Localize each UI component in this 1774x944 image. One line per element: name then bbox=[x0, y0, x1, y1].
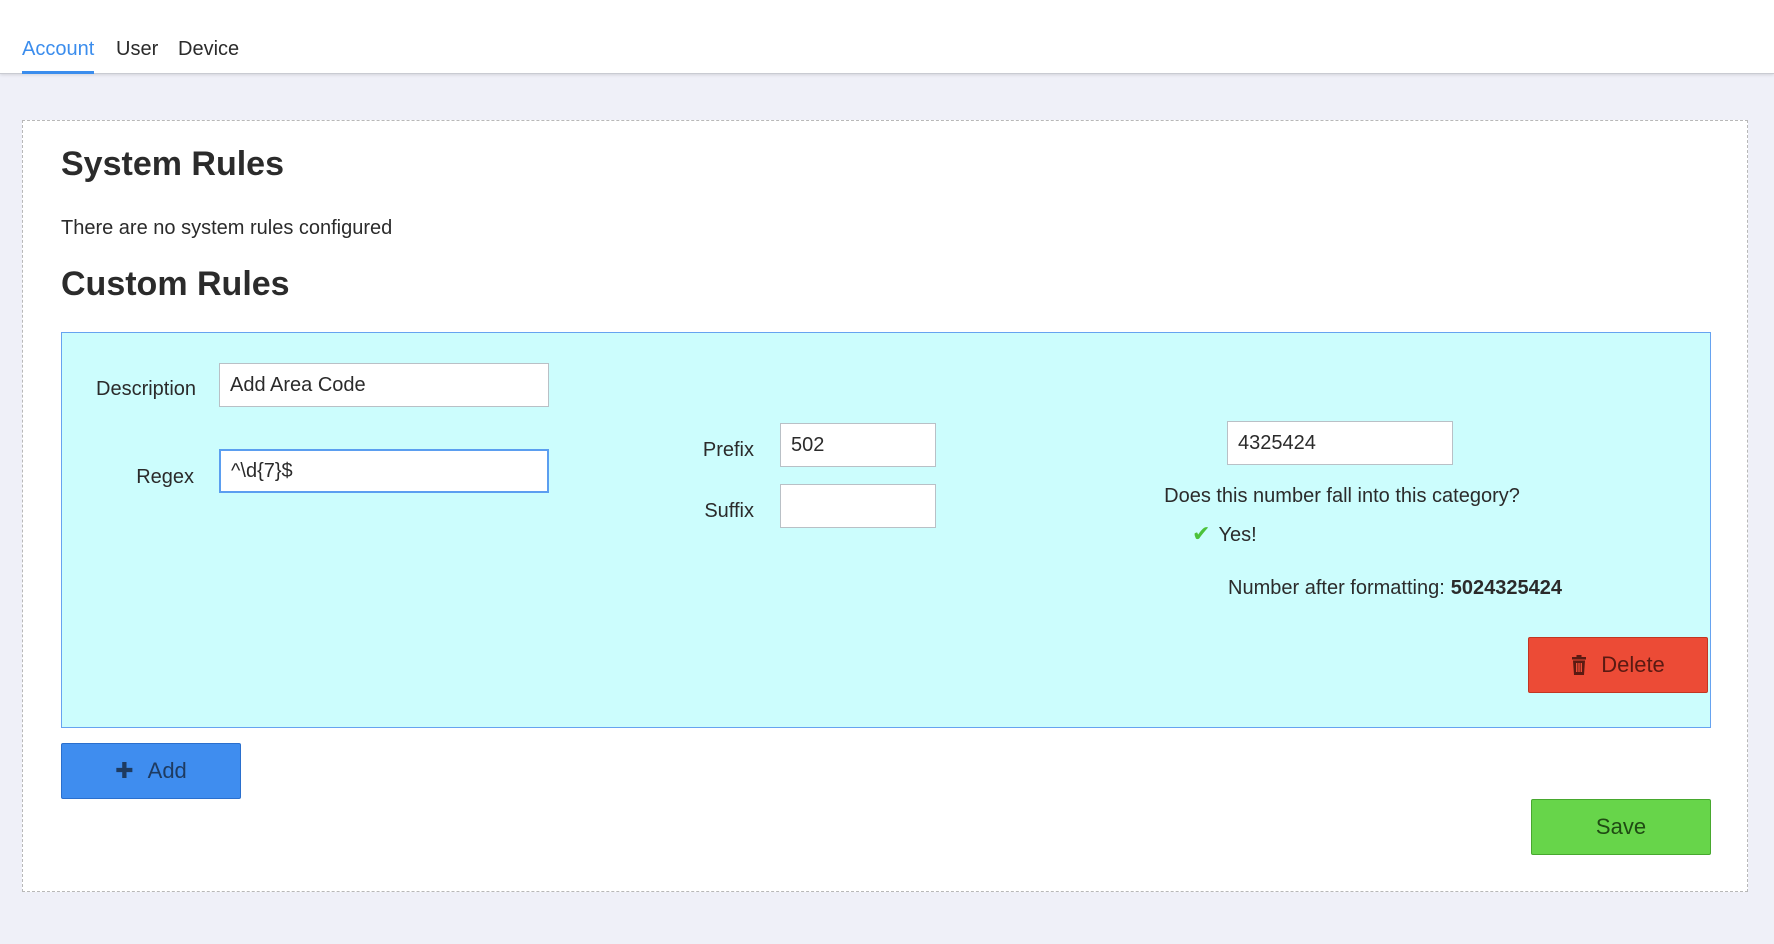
test-number-input[interactable] bbox=[1227, 421, 1453, 465]
trash-icon bbox=[1572, 655, 1587, 675]
formatted-result: Number after formatting: 5024325424 bbox=[1138, 577, 1562, 600]
delete-button[interactable]: Delete bbox=[1528, 637, 1708, 693]
prefix-label: Prefix bbox=[702, 439, 754, 461]
delete-label: Delete bbox=[1601, 652, 1665, 677]
check-icon: ✔ bbox=[1192, 521, 1211, 546]
system-rules-empty-text: There are no system rules configured bbox=[61, 217, 393, 239]
prefix-input[interactable] bbox=[780, 423, 936, 467]
top-nav: Account User Device bbox=[0, 0, 1774, 74]
custom-rules-title: Custom Rules bbox=[61, 265, 290, 303]
answer-text: Yes! bbox=[1218, 524, 1257, 546]
regex-label: Regex bbox=[136, 466, 194, 488]
category-answer: ✔ Yes! bbox=[1192, 521, 1257, 547]
tab-account[interactable]: Account bbox=[22, 36, 95, 74]
tab-device[interactable]: Device bbox=[178, 36, 239, 74]
system-rules-title: System Rules bbox=[61, 145, 284, 183]
add-label: Add bbox=[147, 758, 187, 783]
category-question: Does this number fall into this category… bbox=[1164, 485, 1520, 507]
custom-rule-card: Description Regex Prefix Suffix Does thi… bbox=[61, 332, 1711, 728]
description-label: Description bbox=[96, 378, 197, 400]
suffix-input[interactable] bbox=[780, 484, 936, 528]
plus-icon: ✚ bbox=[115, 758, 134, 783]
suffix-label: Suffix bbox=[704, 500, 754, 522]
rules-panel: System Rules There are no system rules c… bbox=[22, 120, 1748, 892]
formatted-label: Number after formatting: bbox=[1228, 577, 1445, 599]
save-label: Save bbox=[1595, 814, 1647, 839]
description-input[interactable] bbox=[219, 363, 549, 407]
regex-input[interactable] bbox=[219, 449, 549, 493]
save-button[interactable]: Save bbox=[1531, 799, 1711, 855]
tab-user[interactable]: User bbox=[116, 36, 158, 74]
add-rule-button[interactable]: ✚ Add bbox=[61, 743, 241, 799]
formatted-number: 5024325424 bbox=[1450, 577, 1562, 599]
